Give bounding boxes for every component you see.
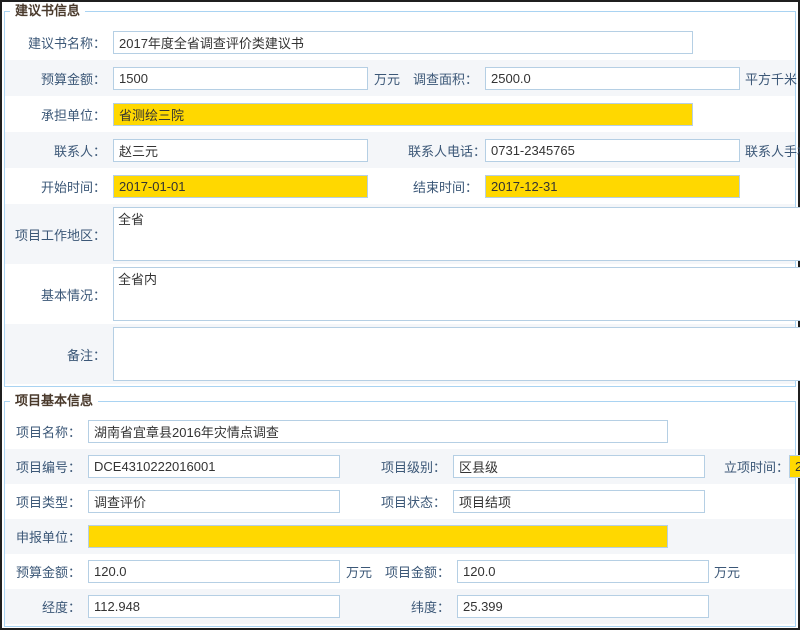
proposal-name-row: 建议书名称： (5, 24, 795, 60)
remark-textarea[interactable] (113, 327, 800, 381)
project-code-input[interactable] (88, 455, 340, 478)
survey-area-unit: 平方千米 (740, 69, 797, 88)
work-area-textarea[interactable]: 全省 (113, 207, 800, 261)
longitude-label: 经度： (5, 597, 88, 616)
declare-unit-label: 申报单位： (5, 527, 88, 546)
project-type-input[interactable] (88, 490, 340, 513)
project-section-legend: 项目基本信息 (10, 392, 98, 410)
proposal-budget-label: 预算金额： (5, 69, 113, 88)
proposal-section-legend: 建议书信息 (10, 2, 85, 20)
latitude-label: 纬度： (380, 597, 457, 616)
declare-unit-input[interactable] (88, 525, 668, 548)
project-budget-unit: 万元 (340, 562, 380, 581)
project-budget-input[interactable] (88, 560, 340, 583)
proposal-budget-input[interactable] (113, 67, 368, 90)
project-code-label: 项目编号： (5, 457, 88, 476)
remark-label: 备注： (5, 345, 113, 364)
approval-time-input[interactable] (789, 455, 800, 478)
project-status-label: 项目状态： (340, 492, 453, 511)
project-level-label: 项目级别： (340, 457, 453, 476)
contact-row: 联系人： 联系人电话： 联系人手机 (5, 132, 795, 168)
start-time-label: 开始时间： (5, 177, 113, 196)
proposal-name-input[interactable] (113, 31, 693, 54)
declare-unit-row: 申报单位： (5, 519, 795, 554)
contact-input[interactable] (113, 139, 368, 162)
contact-phone-input[interactable] (485, 139, 740, 162)
latitude-input[interactable] (457, 595, 709, 618)
end-time-label: 结束时间： (408, 177, 485, 196)
longitude-input[interactable] (88, 595, 340, 618)
project-level-input[interactable] (453, 455, 705, 478)
project-status-input[interactable] (453, 490, 705, 513)
project-name-label: 项目名称： (5, 422, 88, 441)
code-level-row: 项目编号： 项目级别： 立项时间： (5, 449, 795, 484)
contact-label: 联系人： (5, 141, 113, 160)
budget-amount-row: 预算金额： 万元 项目金额： 万元 (5, 554, 795, 589)
coords-row: 经度： 纬度： (5, 589, 795, 624)
undertaker-input[interactable] (113, 103, 693, 126)
undertaker-label: 承担单位： (5, 105, 113, 124)
basic-info-textarea[interactable]: 全省内 (113, 267, 800, 321)
approval-time-label: 立项时间： (705, 457, 789, 476)
basic-info-row: 基本情况： 全省内 (5, 264, 795, 324)
start-time-input[interactable] (113, 175, 368, 198)
project-name-input[interactable] (88, 420, 668, 443)
survey-area-input[interactable] (485, 67, 740, 90)
undertaker-row: 承担单位： (5, 96, 795, 132)
contact-mobile-label: 联系人手机 (740, 141, 800, 160)
project-amount-unit: 万元 (709, 562, 740, 581)
project-amount-input[interactable] (457, 560, 709, 583)
project-amount-label: 项目金额： (380, 562, 457, 581)
work-area-row: 项目工作地区： 全省 (5, 204, 795, 264)
survey-area-label: 调查面积： (408, 69, 485, 88)
time-row: 开始时间： 结束时间： (5, 168, 795, 204)
basic-info-label: 基本情况： (5, 285, 113, 304)
proposal-budget-unit: 万元 (368, 69, 408, 88)
project-type-label: 项目类型： (5, 492, 88, 511)
budget-survey-row: 预算金额： 万元 调查面积： 平方千米 (5, 60, 795, 96)
contact-phone-label: 联系人电话： (408, 141, 485, 160)
work-area-label: 项目工作地区： (5, 225, 113, 244)
proposal-info-section: 建议书信息 建议书名称： 预算金额： 万元 调查面积： 平方千米 承担单位： 联… (4, 11, 796, 387)
project-info-section: 项目基本信息 项目名称： 项目编号： 项目级别： 立项时间： 项目类型： 项目状… (4, 401, 796, 627)
end-time-input[interactable] (485, 175, 740, 198)
project-name-row: 项目名称： (5, 414, 795, 449)
project-budget-label: 预算金额： (5, 562, 88, 581)
proposal-name-label: 建议书名称： (5, 33, 113, 52)
type-status-row: 项目类型： 项目状态： (5, 484, 795, 519)
remark-row: 备注： (5, 324, 795, 384)
